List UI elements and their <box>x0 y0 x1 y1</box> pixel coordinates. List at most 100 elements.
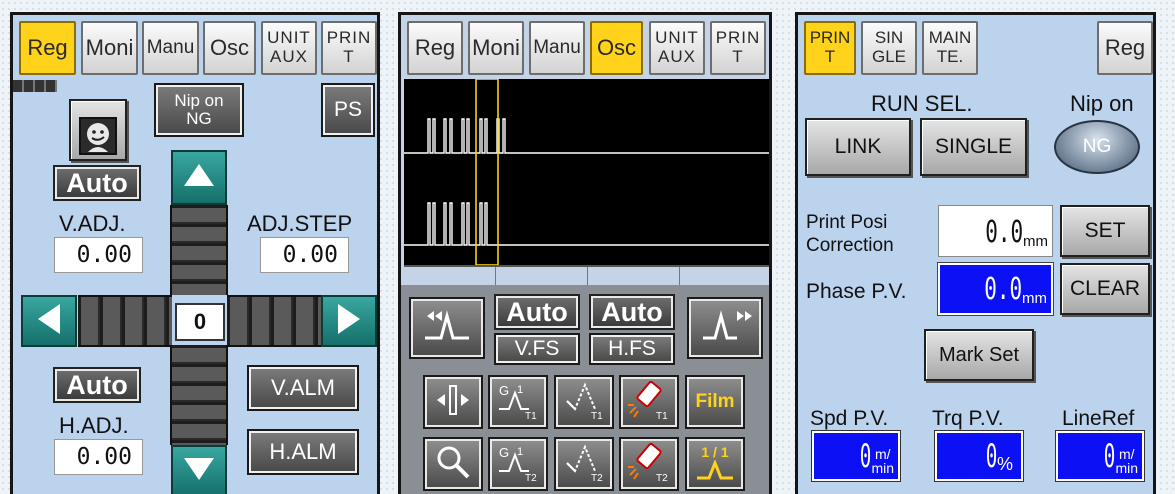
phase-value: 0.0 <box>984 272 1022 307</box>
print-posi-label: Print Posi Correction <box>806 212 894 257</box>
horizontal-jog-track-right[interactable] <box>227 295 322 347</box>
tab-single[interactable]: SIN GLE <box>861 21 917 75</box>
h-auto-button[interactable]: Auto <box>53 367 141 403</box>
print-posi-field[interactable]: 0.0 mm <box>938 205 1053 257</box>
lineref-value: 0 <box>1103 437 1116 475</box>
print-posi-value: 0.0 <box>985 215 1023 250</box>
reg-button[interactable]: Reg <box>1097 21 1153 75</box>
tab-moni[interactable]: Moni <box>468 21 524 75</box>
v-fs-auto-button[interactable]: Auto <box>494 294 580 330</box>
spd-unit: m/ min <box>871 446 894 476</box>
magnifier-icon <box>433 442 473 487</box>
arrow-down-icon <box>182 456 216 487</box>
single-button[interactable]: SINGLE <box>920 118 1027 176</box>
tab-print[interactable]: PRIN T <box>804 21 856 75</box>
h-fs-auto-button[interactable]: Auto <box>589 294 675 330</box>
zoom-button[interactable] <box>423 437 483 491</box>
tab-osc[interactable]: Osc <box>590 21 643 75</box>
tab-print[interactable]: PRIN T <box>321 21 377 75</box>
v-auto-button[interactable]: Auto <box>53 165 141 201</box>
film-button[interactable]: Film <box>685 375 745 429</box>
print-posi-unit: mm <box>1023 233 1048 250</box>
erase-t2-button[interactable]: T2 <box>619 437 679 491</box>
peak-detect-t2-button[interactable]: T2 <box>554 437 614 491</box>
left-arrow-button[interactable] <box>21 295 77 347</box>
vertical-jog-track-lower[interactable] <box>170 345 228 445</box>
trq-value: 0 <box>985 437 997 475</box>
gain-waveform-t2-icon: G 1 T2 <box>495 441 541 488</box>
down-arrow-button[interactable] <box>171 445 227 494</box>
arrow-left-icon <box>36 302 62 341</box>
set-button[interactable]: SET <box>1060 205 1150 257</box>
clear-button[interactable]: CLEAR <box>1060 263 1150 315</box>
tab-unit-aux[interactable]: UNIT AUX <box>261 21 317 75</box>
svg-text:G: G <box>499 445 509 460</box>
peak-check-t1-icon: T1 <box>561 379 607 426</box>
tab-print[interactable]: PRIN T <box>710 21 766 75</box>
print-panel: PRIN T SIN GLE MAIN TE. Reg RUN SEL. Nip… <box>795 12 1156 494</box>
gain-t2-button[interactable]: G 1 T2 <box>488 437 548 491</box>
tab-manu[interactable]: Manu <box>142 21 199 75</box>
svg-text:T2: T2 <box>656 473 668 483</box>
jog-center-value: 0 <box>175 303 225 341</box>
oscilloscope-display[interactable] <box>404 78 769 266</box>
operator-face-icon <box>78 99 118 161</box>
operator-button[interactable] <box>69 99 127 161</box>
adj-step-label: ADJ.STEP <box>247 211 353 236</box>
run-sel-label: RUN SEL. <box>871 91 973 116</box>
vertical-jog-track[interactable] <box>170 205 228 295</box>
tab-osc[interactable]: Osc <box>203 21 256 75</box>
trq-pv-label: Trq P.V. <box>932 407 1004 430</box>
right-arrow-button[interactable] <box>321 295 377 347</box>
ps-button[interactable]: PS <box>321 83 375 137</box>
gain-t1-button[interactable]: G 1 T1 <box>488 375 548 429</box>
lineref-field: 0 m/ min <box>1055 430 1145 482</box>
ratio-button[interactable]: 1 / 1 <box>685 437 745 491</box>
svg-text:T1: T1 <box>591 411 603 421</box>
tab-reg[interactable]: Reg <box>19 21 76 75</box>
nip-on-label: Nip on <box>1070 91 1134 116</box>
waveform-shift-left-icon <box>419 306 475 351</box>
waveform-traces <box>404 78 769 266</box>
v-fs-button[interactable]: V.FS <box>494 333 580 365</box>
tab-moni[interactable]: Moni <box>81 21 138 75</box>
tab-reg[interactable]: Reg <box>407 21 463 75</box>
spd-value: 0 <box>859 437 872 475</box>
trq-pv-field: 0 % <box>934 430 1024 482</box>
peak-detect-t1-button[interactable]: T1 <box>554 375 614 429</box>
arrow-right-icon <box>336 302 362 341</box>
gain-waveform-t1-icon: G 1 T1 <box>495 379 541 426</box>
horizontal-jog-track-left[interactable] <box>78 295 172 347</box>
mark-set-button[interactable]: Mark Set <box>924 329 1034 381</box>
tab-mainte[interactable]: MAIN TE. <box>922 21 978 75</box>
nip-ng-lamp[interactable]: NG <box>1054 120 1140 174</box>
v-alm-button[interactable]: V.ALM <box>247 365 359 411</box>
trq-unit: % <box>996 454 1013 474</box>
shift-left-button[interactable] <box>409 297 485 359</box>
spd-pv-label: Spd P.V. <box>810 407 889 430</box>
tab-unit-aux[interactable]: UNIT AUX <box>649 21 705 75</box>
waveform-shift-right-icon <box>697 306 753 351</box>
tab-manu[interactable]: Manu <box>529 21 585 75</box>
ratio-label: 1 / 1 <box>701 443 729 460</box>
erase-t1-button[interactable]: T1 <box>619 375 679 429</box>
reg-panel: Reg Moni Manu Osc UNIT AUX PRIN T Nip on… <box>10 12 380 494</box>
lineref-unit: m/ min <box>1115 446 1138 476</box>
spd-pv-field: 0 m/ min <box>811 430 901 482</box>
status-strip <box>13 80 57 92</box>
link-button[interactable]: LINK <box>805 118 911 176</box>
shift-right-button[interactable] <box>687 297 763 359</box>
eraser-t1-icon: T1 <box>626 379 672 426</box>
adj-step-value: 0.00 <box>260 237 349 273</box>
arrow-up-icon <box>182 162 216 193</box>
h-fs-button[interactable]: H.FS <box>589 333 675 365</box>
svg-text:1: 1 <box>517 384 523 396</box>
cursor-split-button[interactable] <box>423 375 483 429</box>
nip-on-ng-button[interactable]: Nip on NG <box>154 83 244 137</box>
up-arrow-button[interactable] <box>171 150 227 205</box>
h-adj-value: 0.00 <box>54 439 143 475</box>
v-adj-label: V.ADJ. <box>59 211 126 236</box>
svg-text:1: 1 <box>517 446 523 458</box>
phase-unit: mm <box>1022 290 1047 307</box>
h-alm-button[interactable]: H.ALM <box>247 429 359 475</box>
